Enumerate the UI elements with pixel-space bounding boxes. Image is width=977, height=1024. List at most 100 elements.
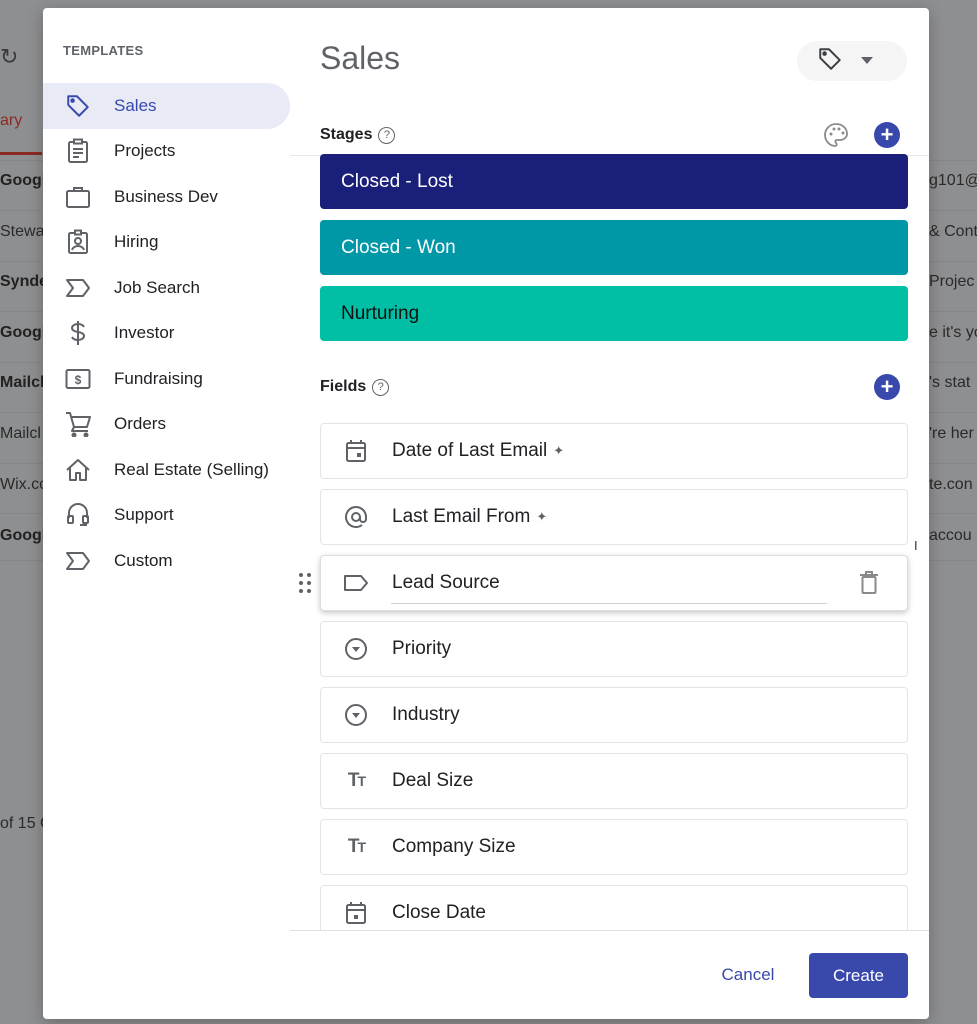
sidebar-heading: TEMPLATES	[63, 43, 144, 58]
trash-icon[interactable]	[859, 571, 879, 600]
money-icon: $	[63, 364, 93, 394]
fields-label: Fields	[320, 378, 367, 395]
sidebar-item-label: Business Dev	[114, 186, 218, 206]
sidebar-item-label: Fundraising	[114, 368, 203, 388]
at-icon	[343, 504, 369, 530]
cart-icon	[63, 409, 93, 439]
sparkle-icon: ✦	[553, 443, 565, 458]
bg-tab-underline	[0, 152, 42, 155]
field-label: Close Date	[392, 902, 486, 923]
template-title: Sales	[320, 40, 401, 76]
sidebar-item-label: Orders	[114, 414, 166, 434]
sidebar-item-label: Support	[114, 505, 174, 525]
sidebar-item-orders[interactable]: Orders	[43, 402, 290, 448]
help-icon[interactable]: ?	[372, 378, 390, 396]
bg-tab-summary: ary	[0, 112, 23, 129]
field-item[interactable]: Priority	[320, 621, 908, 677]
stage-label: Nurturing	[341, 302, 420, 324]
template-editor: Sales Stages ? + Closed - Lost Closed - …	[290, 8, 929, 1019]
sidebar-item-fundraising[interactable]: $ Fundraising	[43, 356, 290, 402]
cancel-button[interactable]: Cancel	[706, 953, 790, 997]
bg-row-snippet: te.con	[929, 476, 973, 493]
templates-sidebar: TEMPLATES Sales Projects Business Dev Hi…	[43, 8, 290, 1019]
bg-row-snippet: e it's yo	[929, 324, 977, 341]
sidebar-item-label: Job Search	[114, 277, 200, 297]
dropdown-circle-icon	[343, 636, 369, 662]
field-item[interactable]: Last Email From ✦	[320, 489, 908, 545]
stage-item[interactable]: Closed - Won	[320, 220, 908, 275]
bg-row-sender: Googl	[0, 324, 47, 341]
palette-icon[interactable]	[822, 121, 850, 149]
sidebar-item-real-estate[interactable]: Real Estate (Selling)	[43, 447, 290, 493]
create-button[interactable]: Create	[809, 953, 908, 998]
field-label: Last Email From	[392, 506, 531, 527]
bg-row-sender: Wix.cc	[0, 476, 48, 493]
bg-row-sender: Mailcl	[0, 374, 45, 391]
sidebar-item-investor[interactable]: Investor	[43, 311, 290, 357]
tag-icon	[817, 46, 843, 77]
bg-row-snippet: 's stat	[929, 374, 971, 391]
field-item[interactable]: Date of Last Email ✦	[320, 423, 908, 479]
clipboard-icon	[63, 136, 93, 166]
sidebar-item-label: Investor	[114, 323, 175, 343]
label-icon	[343, 570, 369, 596]
sparkle-icon: ✦	[536, 509, 548, 524]
sidebar-item-label: Projects	[114, 141, 176, 161]
briefcase-icon	[63, 182, 93, 212]
caret-down-icon	[861, 52, 873, 70]
pipeline-icon	[63, 546, 93, 576]
text-cursor-icon: I	[914, 538, 918, 553]
calendar-icon	[343, 900, 369, 926]
field-label-input[interactable]: Lead Source	[392, 572, 500, 594]
templates-list: Sales Projects Business Dev Hiring Job S…	[43, 83, 290, 584]
sidebar-item-label: Sales	[114, 95, 157, 115]
icon-picker-button[interactable]	[797, 41, 907, 81]
stage-label: Closed - Lost	[341, 170, 453, 192]
field-item-editing[interactable]: Lead Source	[320, 555, 908, 611]
field-item[interactable]: TT Deal Size	[320, 753, 908, 809]
sidebar-item-hiring[interactable]: Hiring	[43, 220, 290, 266]
sidebar-item-projects[interactable]: Projects	[43, 129, 290, 175]
text-icon: TT	[347, 836, 366, 857]
help-icon[interactable]: ?	[378, 126, 396, 144]
stage-label: Closed - Won	[341, 236, 456, 258]
bg-row-snippet: accou	[929, 527, 972, 544]
sidebar-item-support[interactable]: Support	[43, 493, 290, 539]
bg-row-snippet: Projec	[929, 273, 975, 290]
stage-item[interactable]: Nurturing	[320, 286, 908, 341]
field-item[interactable]: TT Company Size	[320, 819, 908, 875]
stages-header: Stages ?	[320, 126, 396, 144]
bg-row-sender: Stewa	[0, 223, 45, 240]
calendar-icon	[343, 438, 369, 464]
stages-label: Stages	[320, 126, 373, 143]
add-stage-button[interactable]: +	[874, 122, 900, 148]
field-item[interactable]: Industry	[320, 687, 908, 743]
dropdown-circle-icon	[343, 702, 369, 728]
sidebar-item-label: Hiring	[114, 232, 159, 252]
dollar-icon	[63, 318, 93, 348]
svg-text:$: $	[75, 373, 82, 387]
bg-row-snippet: 're her	[929, 425, 974, 442]
drag-handle-icon[interactable]	[298, 572, 312, 594]
bg-row-sender: Mailcl	[0, 425, 41, 442]
pipeline-icon	[63, 273, 93, 303]
field-label: Industry	[392, 704, 460, 725]
stage-item[interactable]: Closed - Lost	[320, 154, 908, 209]
bg-row-snippet: & Cont	[929, 223, 977, 240]
sidebar-item-sales[interactable]: Sales	[43, 83, 290, 129]
sidebar-item-business-dev[interactable]: Business Dev	[43, 174, 290, 220]
input-underline	[391, 603, 827, 604]
bg-row-sender: Googl	[0, 172, 47, 189]
sidebar-item-label: Custom	[114, 550, 173, 570]
sidebar-item-custom[interactable]: Custom	[43, 538, 290, 584]
field-label: Priority	[392, 638, 452, 659]
tag-icon	[63, 91, 93, 121]
badge-icon	[63, 227, 93, 257]
field-label: Deal Size	[392, 770, 474, 791]
bg-row-snippet: g101@	[929, 172, 977, 189]
field-label: Date of Last Email	[392, 440, 548, 461]
sidebar-item-job-search[interactable]: Job Search	[43, 265, 290, 311]
sidebar-item-label: Real Estate (Selling)	[114, 459, 269, 479]
text-icon: TT	[347, 770, 366, 791]
add-field-button[interactable]: +	[874, 374, 900, 400]
